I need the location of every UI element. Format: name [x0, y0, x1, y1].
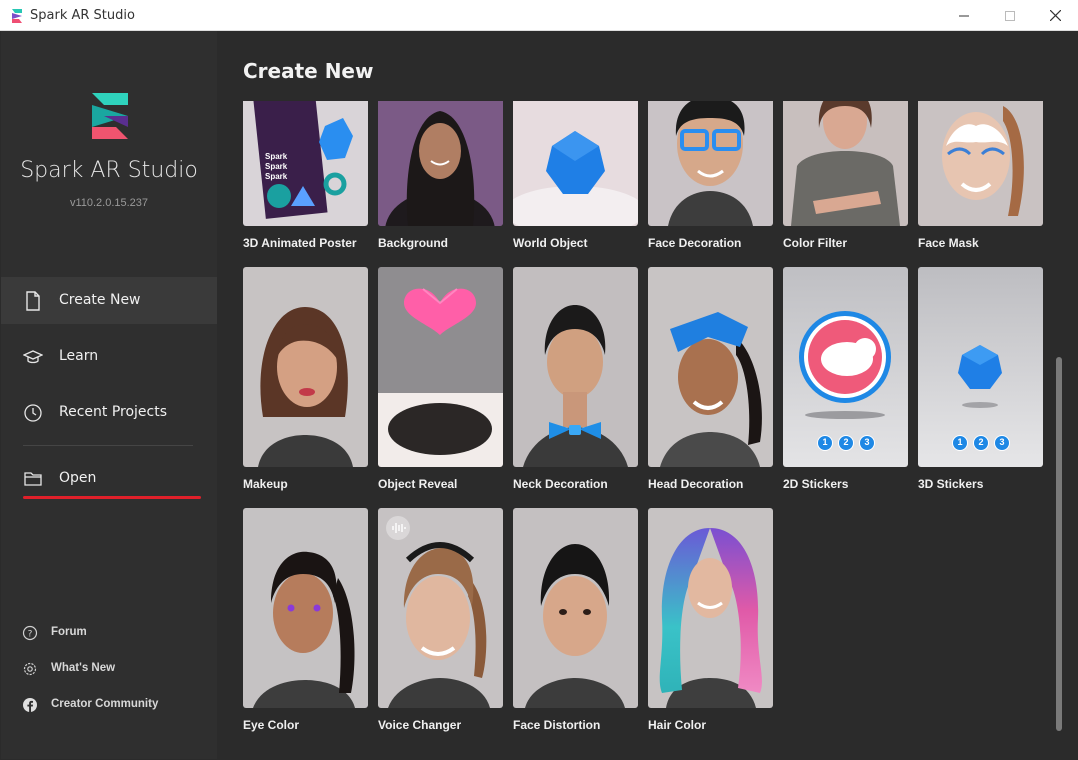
- open-highlight-underline: [23, 496, 201, 499]
- template-label: Face Mask: [918, 236, 979, 250]
- template-label: Neck Decoration: [513, 477, 608, 491]
- poster-text: Spark Spark Spark: [265, 152, 288, 181]
- footer-whats-new[interactable]: What's New: [1, 657, 217, 681]
- vertical-scrollbar[interactable]: [1056, 357, 1062, 731]
- gear-icon: [23, 662, 37, 676]
- nav-recent-projects[interactable]: Recent Projects: [1, 389, 217, 436]
- template-label: 3D Stickers: [918, 477, 984, 491]
- folder-icon: [24, 472, 42, 486]
- template-label: 2D Stickers: [783, 477, 849, 491]
- footer-label: What's New: [51, 662, 116, 674]
- template-thumbnail: [513, 101, 638, 226]
- template-label: Voice Changer: [378, 718, 462, 732]
- template-label: Color Filter: [783, 236, 848, 250]
- step-indicators: 1 2 3: [817, 435, 875, 451]
- document-icon: [26, 291, 40, 311]
- template-label: Hair Color: [648, 718, 707, 732]
- question-circle-icon: ?: [22, 625, 38, 641]
- nav-label: Create New: [59, 292, 141, 308]
- nav-label: Learn: [59, 348, 99, 364]
- footer-label: Creator Community: [51, 698, 159, 710]
- footer-label: Forum: [51, 626, 87, 638]
- close-button[interactable]: [1032, 0, 1078, 31]
- nav-divider: [23, 445, 193, 446]
- clock-icon: [24, 404, 42, 422]
- step-badge: 2: [838, 435, 854, 451]
- template-thumbnail: [648, 101, 773, 226]
- template-label: Makeup: [243, 477, 288, 491]
- template-grid: Spark Spark Spark 3D Animated Poster Bac…: [217, 101, 1077, 759]
- facebook-icon: [23, 698, 37, 712]
- title-bar: Spark AR Studio: [0, 0, 1078, 31]
- nav-label: Recent Projects: [59, 404, 168, 420]
- template-label: Background: [378, 236, 449, 250]
- template-thumbnail: [243, 267, 368, 467]
- template-thumbnail: Spark Spark Spark: [243, 101, 368, 226]
- template-thumbnail: [918, 101, 1043, 226]
- step-badge: 3: [994, 435, 1010, 451]
- template-thumbnail: [783, 101, 908, 226]
- step-badge: 1: [952, 435, 968, 451]
- window-title: Spark AR Studio: [30, 8, 135, 23]
- close-icon: [1049, 10, 1061, 21]
- template-label: Face Distortion: [513, 718, 601, 732]
- minimize-icon: [959, 15, 969, 16]
- spark-ar-app-icon: [12, 9, 22, 23]
- spark-ar-logo-icon: [92, 93, 128, 139]
- template-label: Face Decoration: [648, 236, 742, 250]
- nav-open[interactable]: Open: [1, 455, 217, 502]
- main-content: Create New Spark Spark Spark 3D Animated…: [217, 31, 1077, 759]
- maximize-icon: [1005, 10, 1015, 21]
- page-title: Create New: [243, 59, 374, 83]
- footer-creator-community[interactable]: Creator Community: [1, 693, 217, 717]
- nav-create-new[interactable]: Create New: [1, 277, 217, 324]
- template-label: Object Reveal: [378, 477, 458, 491]
- template-thumbnail: [378, 101, 503, 226]
- step-badge: 3: [859, 435, 875, 451]
- audio-wave-icon: [386, 516, 410, 540]
- template-thumbnail: [378, 508, 503, 708]
- step-badge: 2: [973, 435, 989, 451]
- step-badge: 1: [817, 435, 833, 451]
- nav-label: Open: [59, 470, 97, 486]
- template-thumbnail: [513, 508, 638, 708]
- graduation-cap-icon: [23, 350, 43, 364]
- step-indicators: 1 2 3: [952, 435, 1010, 451]
- footer-forum[interactable]: ? Forum: [1, 621, 217, 645]
- template-thumbnail: [648, 267, 773, 467]
- template-thumbnail: [648, 508, 773, 708]
- template-thumbnail: [243, 508, 368, 708]
- template-label: 3D Animated Poster: [243, 236, 357, 250]
- svg-text:?: ?: [28, 630, 33, 640]
- template-label: World Object: [513, 236, 588, 250]
- version-label: v110.2.0.15.237: [69, 197, 149, 209]
- template-label: Head Decoration: [648, 477, 744, 491]
- minimize-button[interactable]: [941, 0, 987, 31]
- brand-name: Spark AR Studio: [20, 158, 198, 183]
- sidebar: Spark AR Studio v110.2.0.15.237 Create N…: [1, 31, 217, 759]
- template-label: Eye Color: [243, 718, 300, 732]
- nav-learn[interactable]: Learn: [1, 333, 217, 380]
- template-thumbnail: [378, 267, 503, 467]
- maximize-button[interactable]: [987, 0, 1033, 31]
- template-thumbnail: [513, 267, 638, 467]
